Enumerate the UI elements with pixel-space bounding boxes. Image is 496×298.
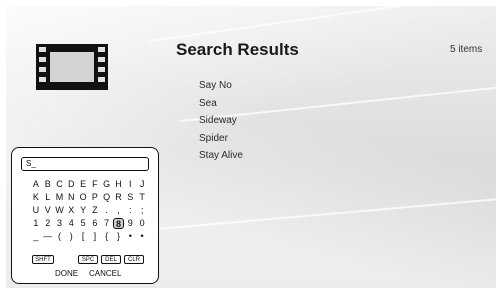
key[interactable]: W bbox=[54, 205, 66, 216]
key[interactable]: 1 bbox=[30, 218, 42, 229]
key[interactable]: ) bbox=[65, 231, 77, 242]
key[interactable]: S bbox=[124, 192, 136, 203]
onscreen-keyboard: S_ A B C D E F G H I J K L M N O P Q R S… bbox=[11, 147, 159, 284]
results-list: Say No Sea Sideway Spider Stay Alive bbox=[199, 77, 243, 165]
screen-border bbox=[0, 288, 496, 298]
key[interactable]: P bbox=[89, 192, 101, 203]
key[interactable]: N bbox=[65, 192, 77, 203]
key[interactable]: 7 bbox=[101, 218, 113, 229]
key[interactable]: J bbox=[136, 179, 148, 190]
space-key[interactable]: SPC bbox=[78, 255, 98, 264]
key[interactable]: O bbox=[77, 192, 89, 203]
key[interactable]: T bbox=[136, 192, 148, 203]
key[interactable]: 6 bbox=[89, 218, 101, 229]
keyboard-row: 1 2 3 4 5 6 7 8 9 0 bbox=[30, 218, 148, 229]
key[interactable]: • bbox=[124, 231, 136, 242]
keyboard-row: K L M N O P Q R S T bbox=[30, 192, 148, 203]
film-icon bbox=[36, 44, 108, 90]
clear-key[interactable]: CLR bbox=[124, 255, 144, 264]
key[interactable]: . bbox=[101, 205, 113, 216]
shift-key[interactable]: SHFT bbox=[32, 255, 54, 264]
key[interactable]: , bbox=[113, 205, 125, 216]
key[interactable]: ] bbox=[89, 231, 101, 242]
key[interactable]: E bbox=[77, 179, 89, 190]
key[interactable]: 4 bbox=[65, 218, 77, 229]
keyboard-row: _ — ( ) [ ] { } • • bbox=[30, 231, 148, 242]
key[interactable]: } bbox=[113, 231, 125, 242]
result-item[interactable]: Stay Alive bbox=[199, 147, 243, 165]
key[interactable]: D bbox=[65, 179, 77, 190]
key[interactable]: A bbox=[30, 179, 42, 190]
result-item[interactable]: Sea bbox=[199, 95, 243, 113]
key-selected[interactable]: 8 bbox=[112, 218, 125, 229]
key[interactable]: Y bbox=[77, 205, 89, 216]
item-count: 5 items bbox=[450, 44, 483, 55]
key[interactable]: 9 bbox=[124, 218, 136, 229]
key[interactable]: K bbox=[30, 192, 42, 203]
key[interactable]: : bbox=[124, 205, 136, 216]
key[interactable]: ( bbox=[54, 231, 66, 242]
cancel-button[interactable]: CANCEL bbox=[89, 269, 121, 278]
key[interactable]: X bbox=[65, 205, 77, 216]
key[interactable]: 0 bbox=[136, 218, 148, 229]
key[interactable]: Q bbox=[101, 192, 113, 203]
key[interactable]: C bbox=[54, 179, 66, 190]
key[interactable]: _ bbox=[30, 231, 42, 242]
result-item[interactable]: Spider bbox=[199, 130, 243, 148]
key[interactable]: L bbox=[42, 192, 54, 203]
key[interactable]: F bbox=[89, 179, 101, 190]
key[interactable]: V bbox=[42, 205, 54, 216]
search-input[interactable]: S_ bbox=[21, 157, 149, 171]
screen-background: Search Results 5 items Say No Sea Sidewa… bbox=[0, 0, 496, 298]
key[interactable]: I bbox=[124, 179, 136, 190]
result-item[interactable]: Sideway bbox=[199, 112, 243, 130]
function-key-row: SHFT SPC DEL CLR bbox=[32, 255, 144, 265]
page-title: Search Results bbox=[176, 40, 299, 59]
key[interactable]: M bbox=[54, 192, 66, 203]
key[interactable]: H bbox=[113, 179, 125, 190]
key[interactable]: Z bbox=[89, 205, 101, 216]
key[interactable]: 5 bbox=[77, 218, 89, 229]
key[interactable]: 3 bbox=[54, 218, 66, 229]
screen-border bbox=[0, 0, 6, 298]
key[interactable]: { bbox=[101, 231, 113, 242]
keyboard-row: U V W X Y Z . , : ; bbox=[30, 205, 148, 216]
screen-border bbox=[0, 0, 496, 6]
key[interactable]: 2 bbox=[42, 218, 54, 229]
keyboard-row: A B C D E F G H I J bbox=[30, 179, 148, 190]
key[interactable]: [ bbox=[77, 231, 89, 242]
key[interactable]: U bbox=[30, 205, 42, 216]
result-item[interactable]: Say No bbox=[199, 77, 243, 95]
key[interactable]: ; bbox=[136, 205, 148, 216]
done-button[interactable]: DONE bbox=[55, 269, 78, 278]
key[interactable]: R bbox=[113, 192, 125, 203]
background-streak bbox=[149, 0, 496, 42]
key[interactable]: — bbox=[42, 231, 54, 242]
delete-key[interactable]: DEL bbox=[101, 255, 121, 264]
key[interactable]: G bbox=[101, 179, 113, 190]
key[interactable]: • bbox=[136, 231, 148, 242]
key[interactable]: B bbox=[42, 179, 54, 190]
